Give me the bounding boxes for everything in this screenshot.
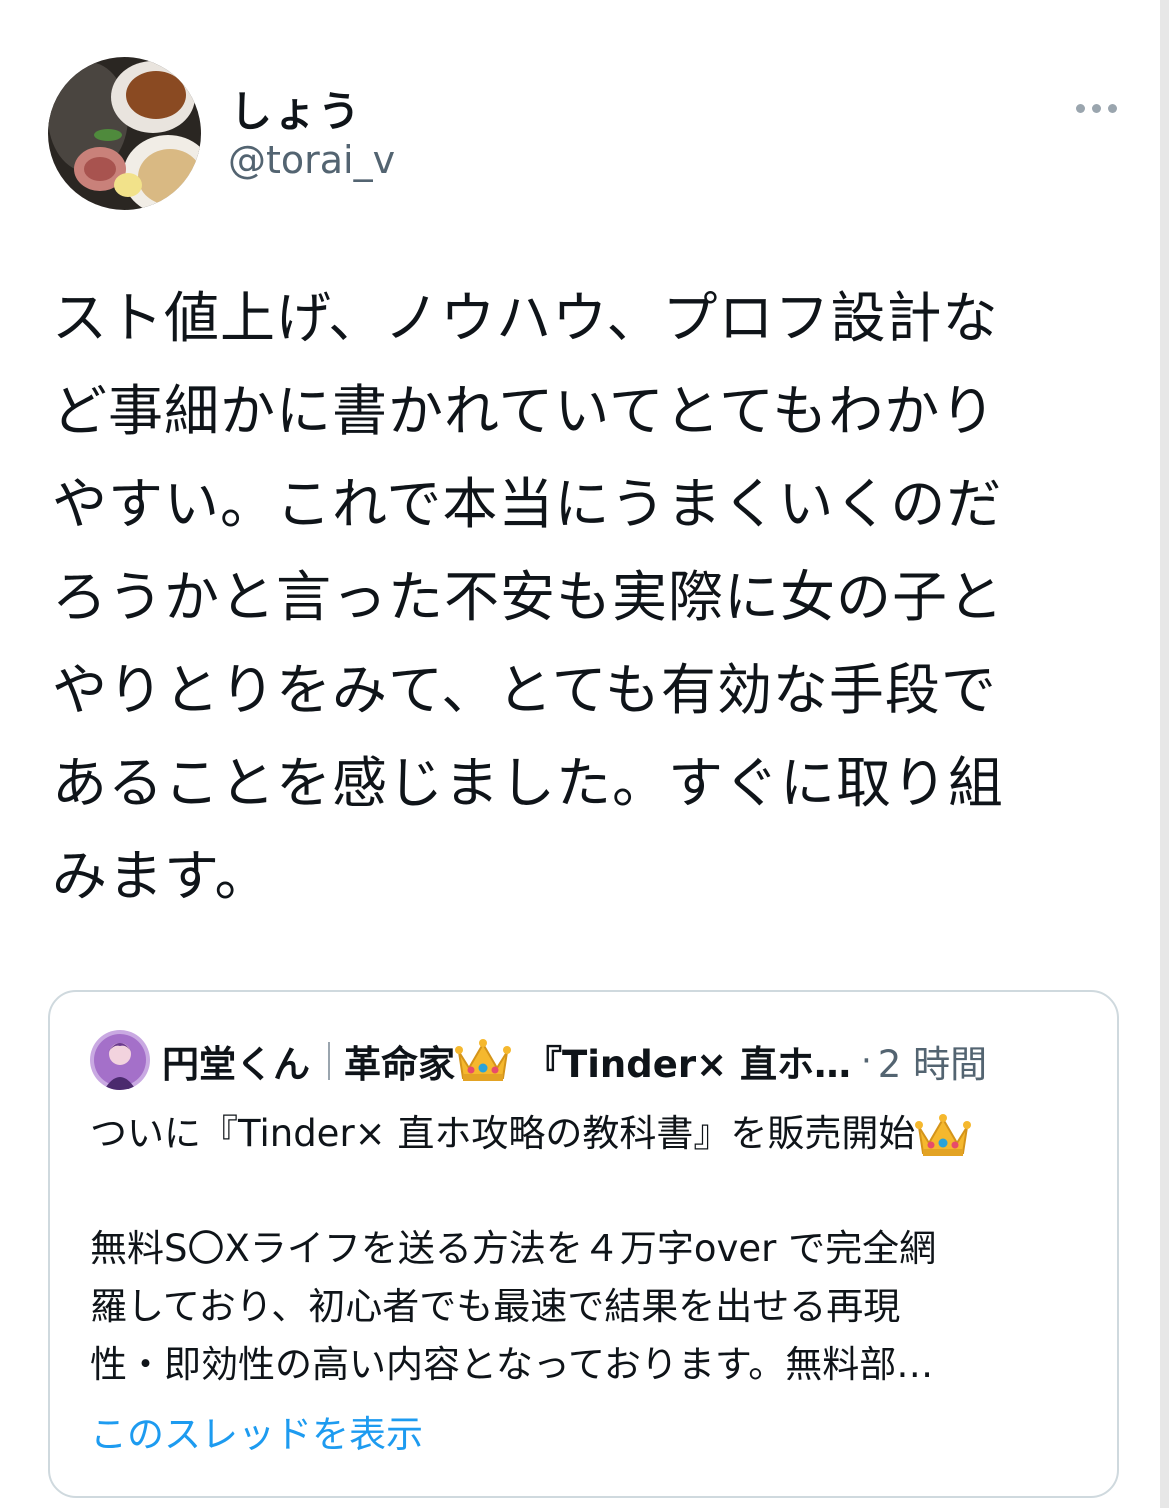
time-separator-dot: · [860,1041,872,1081]
quoted-author-title: 革命家 [344,1043,455,1086]
crown-emoji-icon [915,1113,972,1156]
quoted-author-name: 円堂くん [162,1043,310,1086]
quoted-tweet-card[interactable]: 円堂くん 革命家 『Tinder× 直ホ… · 2 時間 ついに『Tinder×… [48,990,1119,1498]
name-separator [328,1042,330,1080]
quoted-tweet-first-line: ついに『Tinder× 直ホ攻略の教科書』を販売開始 [90,1100,1090,1168]
author-avatar[interactable] [48,57,201,210]
quoted-avatar-icon [90,1030,150,1090]
crown-emoji-icon [455,1039,511,1081]
author-display-name[interactable]: しょう [230,78,362,139]
quoted-author-title-suffix: 『Tinder× 直ホ… [525,1043,851,1086]
quoted-tweet-time[interactable]: 2 時間 [878,1034,987,1088]
scrollbar-track [1160,0,1169,1508]
tweet-text: スト値上げ、ノウハウ、プロフ設計な ど事細かに書かれていてとてもわかり やすい。… [52,286,1005,908]
quoted-author-avatar [90,1030,150,1090]
author-handle[interactable]: @torai_v [228,138,395,182]
more-dots-icon [1075,103,1085,113]
more-options-button[interactable] [1066,86,1126,130]
show-thread-link[interactable]: このスレッドを表示 [90,1404,423,1458]
quoted-first-line-text: ついに『Tinder× 直ホ攻略の教科書』を販売開始 [90,1112,916,1155]
food-photo-avatar-icon [48,57,201,210]
quoted-tweet-header: 円堂くん 革命家 『Tinder× 直ホ… · 2 時間 [162,1034,1092,1088]
quoted-tweet-body: 無料S〇Xライフを送る方法を４万字over で完全網 羅しており、初心者でも最速… [90,1227,937,1386]
